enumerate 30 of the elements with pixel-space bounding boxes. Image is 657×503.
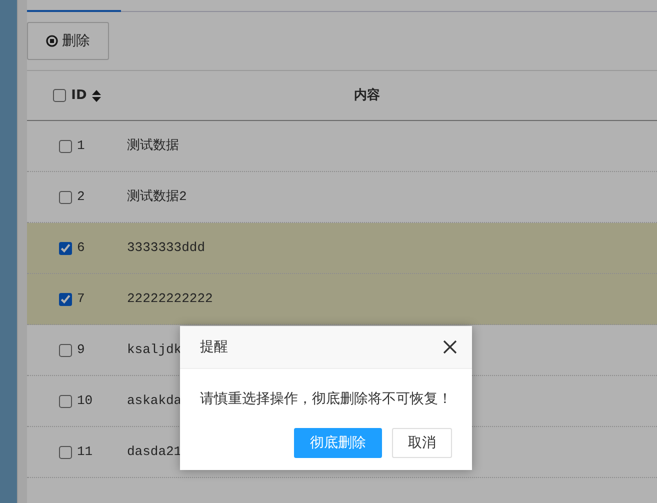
row-checkbox[interactable]: [59, 394, 72, 408]
row-checkbox[interactable]: [59, 344, 72, 356]
row-checkbox[interactable]: [59, 446, 72, 458]
select-all-checkbox[interactable]: [53, 89, 66, 102]
column-header: 内容: [354, 88, 380, 103]
cancel-button[interactable]: 取消: [392, 428, 452, 458]
id-cell-text: 10: [77, 392, 94, 410]
row-checkbox[interactable]: [59, 190, 72, 204]
content-cell: ksaljdk: [127, 342, 182, 358]
content-cell: 测试数据2: [127, 189, 187, 204]
content-cell: 测试数据: [127, 138, 179, 154]
delete-button[interactable]: 删除: [27, 22, 109, 60]
row-checkbox[interactable]: [59, 242, 72, 254]
content-cell: 22222222222: [127, 291, 213, 306]
content-cell: askakda: [127, 393, 182, 408]
column-header[interactable]: ID: [71, 86, 87, 106]
id-cell-text: 7: [77, 290, 86, 308]
sort-icon[interactable]: [92, 90, 101, 102]
row-checkbox[interactable]: [59, 140, 72, 152]
id-cell-text: 2: [77, 188, 86, 206]
dialog-title: 提醒: [200, 338, 228, 356]
content-cell: dasda21: [127, 444, 182, 460]
id-cell-text: 6: [77, 239, 86, 258]
dialog-message: 请慎重选择操作，彻底删除将不可恢复！: [200, 391, 452, 407]
close-icon[interactable]: [443, 340, 457, 354]
id-cell-text: 9: [77, 341, 86, 360]
content-cell: 3333333ddd: [127, 240, 206, 256]
id-cell-text: 1: [77, 137, 86, 156]
row-checkbox[interactable]: [59, 292, 72, 306]
id-cell-text: 11: [77, 443, 94, 462]
